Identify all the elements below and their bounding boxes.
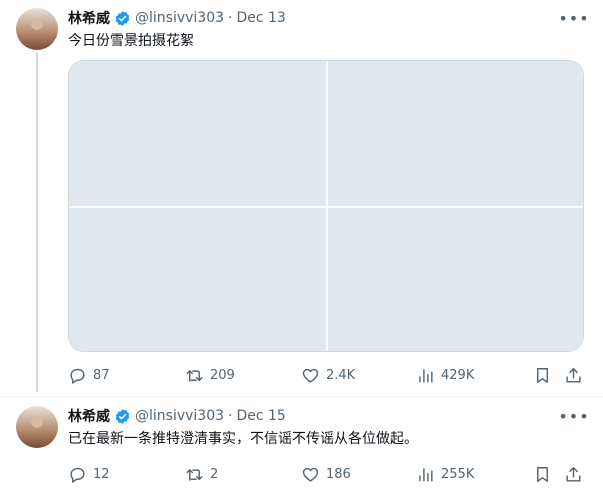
bookmark-icon [537, 466, 548, 482]
media-photo-placeholder[interactable] [328, 61, 583, 206]
tweet-actions: 12 2 186 255K [68, 463, 588, 485]
thread-connector-line [36, 52, 38, 392]
views-count: 255K [441, 466, 475, 482]
tweet-actions: 87 209 2.4K 429K [68, 364, 588, 386]
media-photo-placeholder[interactable] [69, 61, 326, 206]
views-button[interactable]: 429K [416, 364, 474, 386]
share-button[interactable] [564, 463, 583, 485]
tweet-text: 今日份雪景拍摄花絮 [68, 33, 194, 49]
verified-badge-icon [115, 10, 130, 26]
retweet-icon [186, 369, 203, 382]
retweet-button[interactable]: 2 [185, 463, 218, 485]
bookmark-button[interactable] [533, 463, 552, 485]
tweet[interactable]: 林希威 @linsivvi303 · Dec 15 ••• 已在最新一条推特澄清… [0, 396, 603, 502]
author-handle[interactable]: @linsivvi303 [135, 408, 224, 424]
retweet-icon [186, 468, 203, 481]
media-grid[interactable] [68, 60, 584, 352]
share-icon [566, 367, 581, 383]
analytics-icon [419, 467, 433, 482]
reply-button[interactable]: 87 [68, 364, 110, 386]
views-count: 429K [441, 367, 475, 383]
reply-count: 87 [93, 367, 110, 383]
like-count: 2.4K [326, 367, 356, 383]
retweet-button[interactable]: 209 [185, 364, 235, 386]
tweet[interactable]: 林希威 @linsivvi303 · Dec 13 ••• 今日份雪景拍摄花絮 … [0, 0, 603, 396]
like-button[interactable]: 186 [301, 463, 351, 485]
tweet-date[interactable]: Dec 15 [236, 408, 285, 424]
tweet-date[interactable]: Dec 13 [236, 10, 285, 26]
media-photo-placeholder[interactable] [328, 208, 583, 351]
tweet-header: 林希威 @linsivvi303 · Dec 15 [68, 406, 286, 426]
like-button[interactable]: 2.4K [301, 364, 355, 386]
analytics-icon [419, 368, 433, 383]
author-handle[interactable]: @linsivvi303 [135, 10, 224, 26]
avatar[interactable] [16, 406, 58, 448]
retweet-count: 2 [210, 466, 219, 482]
like-count: 186 [326, 466, 351, 482]
reply-count: 12 [93, 466, 110, 482]
heart-icon [302, 467, 319, 482]
reply-icon [70, 368, 85, 384]
reply-icon [70, 467, 85, 483]
header-separator: · [228, 408, 233, 424]
share-button[interactable] [564, 364, 583, 386]
more-options-icon[interactable]: ••• [558, 406, 588, 426]
bookmark-icon [537, 367, 548, 383]
verified-badge-icon [115, 408, 130, 424]
retweet-count: 209 [210, 367, 235, 383]
heart-icon [302, 368, 319, 383]
more-options-icon[interactable]: ••• [558, 8, 588, 28]
reply-button[interactable]: 12 [68, 463, 110, 485]
share-icon [566, 466, 581, 482]
author-name[interactable]: 林希威 [68, 8, 110, 28]
views-button[interactable]: 255K [416, 463, 474, 485]
header-separator: · [228, 10, 233, 26]
avatar[interactable] [16, 8, 58, 50]
media-photo-placeholder[interactable] [69, 208, 326, 351]
bookmark-button[interactable] [533, 364, 552, 386]
author-name[interactable]: 林希威 [68, 406, 110, 426]
tweet-header: 林希威 @linsivvi303 · Dec 13 [68, 8, 286, 28]
tweet-text: 已在最新一条推特澄清事实，不信谣不传谣从各位做起。 [68, 431, 418, 447]
